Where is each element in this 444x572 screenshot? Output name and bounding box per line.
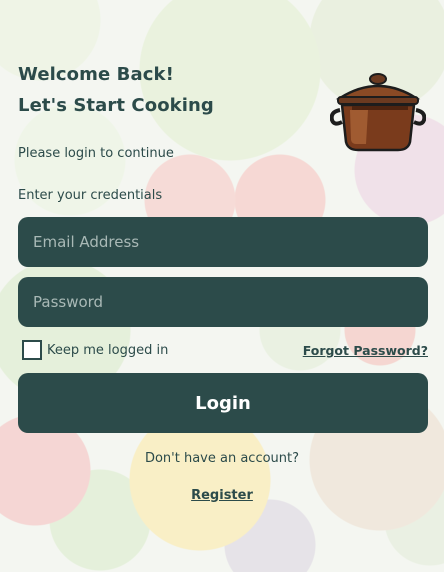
page-title-line2: Let's Start Cooking xyxy=(18,95,214,116)
login-subtitle: Please login to continue xyxy=(18,146,174,161)
keep-logged-in-label: Keep me logged in xyxy=(47,342,169,358)
keep-logged-in-checkbox[interactable]: Keep me logged in xyxy=(22,340,168,360)
cooking-pot-icon xyxy=(329,70,427,156)
password-field[interactable] xyxy=(18,277,428,327)
page-title-line1: Welcome Back! xyxy=(18,64,174,85)
checkbox-box[interactable] xyxy=(22,340,42,360)
register-link[interactable]: Register xyxy=(0,488,444,503)
credentials-hint: Enter your credentials xyxy=(18,188,163,203)
email-field[interactable] xyxy=(18,217,428,267)
forgot-password-link[interactable]: Forgot Password? xyxy=(303,343,428,358)
login-screen: Welcome Back! Let's Start Cooking Please… xyxy=(0,0,444,572)
login-button[interactable]: Login xyxy=(18,373,428,433)
no-account-text: Don't have an account? xyxy=(144,451,300,466)
